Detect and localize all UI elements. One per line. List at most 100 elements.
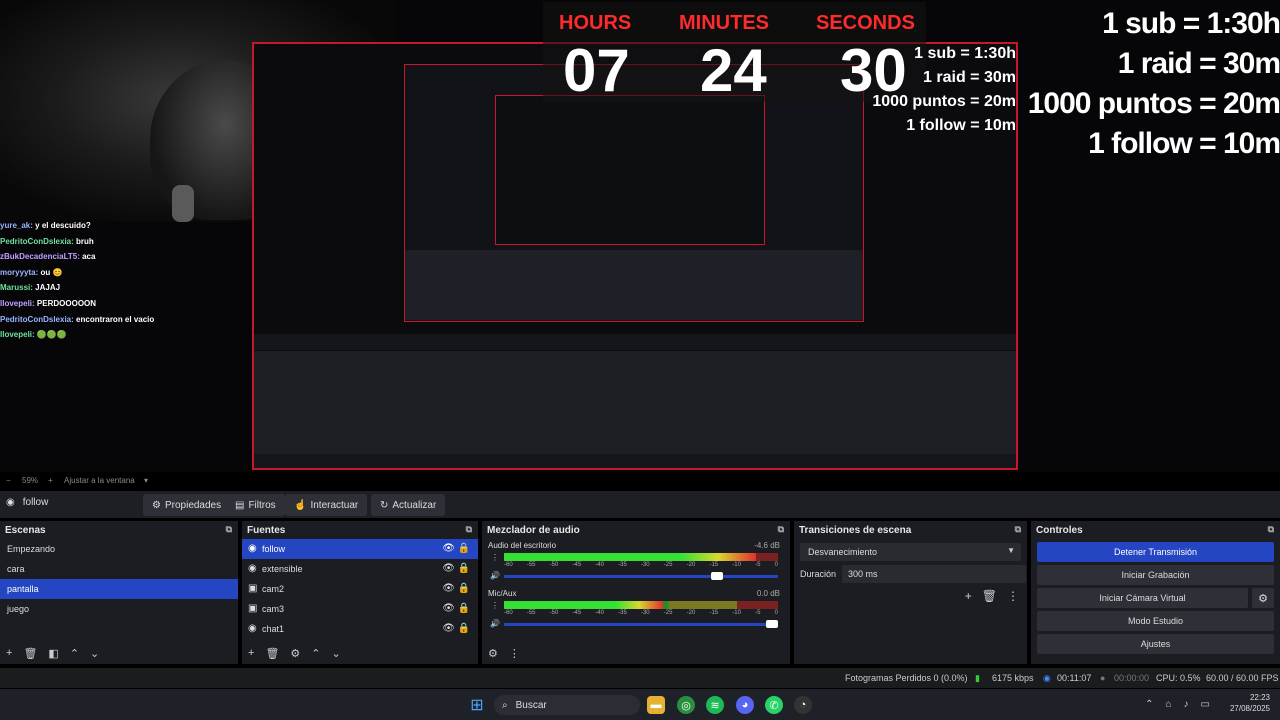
start-recording-button[interactable]: Iniciar Grabación xyxy=(1037,565,1274,585)
refresh-button[interactable]: ↻ Actualizar xyxy=(371,494,446,516)
scenes-list: Empezando cara pantalla juego xyxy=(0,539,238,619)
scale-tick: -50 xyxy=(549,610,559,616)
dock-undock-icon[interactable]: ⧉ xyxy=(1268,524,1274,535)
chat-text: aca xyxy=(82,252,96,262)
current-source-name: follow xyxy=(22,497,49,508)
visibility-eye-icon[interactable]: 👁 xyxy=(442,623,455,634)
stop-stream-button[interactable]: Detener Transmisión xyxy=(1037,542,1274,562)
volume-knob[interactable] xyxy=(766,620,778,628)
interact-button[interactable]: ☝ Interactuar xyxy=(285,494,368,516)
rule-points: 1000 puntos = 20m xyxy=(1027,87,1280,120)
lock-icon[interactable]: 🔒 xyxy=(458,603,470,614)
fit-to-window[interactable]: Ajustar a la ventana xyxy=(64,476,135,485)
lock-icon[interactable]: 🔒 xyxy=(458,563,470,574)
controls-dock: Controles ⧉ Detener Transmisión Iniciar G… xyxy=(1031,521,1280,664)
visibility-eye-icon[interactable]: 👁 xyxy=(442,563,455,574)
volume-slider[interactable] xyxy=(504,620,778,628)
scale-tick: -40 xyxy=(595,610,604,616)
taskbar-search[interactable]: ⌕ Buscar xyxy=(494,695,640,715)
add-source-icon[interactable]: + xyxy=(248,647,254,659)
scene-item[interactable]: Empezando xyxy=(0,539,238,559)
mixer-menu-icon[interactable]: ⋮ xyxy=(509,647,520,660)
dock-undock-icon[interactable]: ⧉ xyxy=(226,524,232,535)
chat-username: PedritoConDslexia: xyxy=(0,314,74,324)
scale-tick: 0 xyxy=(774,562,778,568)
speaker-icon[interactable]: ♪ xyxy=(1184,699,1189,710)
chevron-up-icon[interactable]: ⌃ xyxy=(1145,699,1153,710)
add-scene-icon[interactable]: + xyxy=(6,647,12,659)
search-icon: ⌕ xyxy=(502,699,508,711)
advanced-audio-icon[interactable]: ⚙ xyxy=(488,647,498,660)
refresh-label: Actualizar xyxy=(392,499,437,511)
move-up-icon[interactable]: ⌃ xyxy=(70,647,79,660)
properties-button[interactable]: ⚙ Propiedades xyxy=(143,494,231,516)
move-down-icon[interactable]: ⌄ xyxy=(90,647,99,660)
scale-tick: -60 xyxy=(504,610,513,616)
source-item[interactable]: ▣ cam2 👁 🔒 xyxy=(242,579,478,599)
settings-button[interactable]: Ajustes xyxy=(1037,634,1274,654)
chat-text: PERDOOOOON xyxy=(36,298,97,308)
fit-dropdown-icon[interactable]: ▾ xyxy=(144,476,148,485)
remove-scene-icon[interactable]: 🗑 xyxy=(23,647,37,660)
hours-value: 07 xyxy=(563,37,630,104)
controls-title: Controles xyxy=(1036,525,1083,536)
network-icon[interactable]: ⌂ xyxy=(1166,699,1172,710)
zoom-out-icon[interactable]: − xyxy=(6,476,11,485)
add-transition-icon[interactable]: + xyxy=(965,589,972,603)
lock-icon[interactable]: 🔒 xyxy=(458,623,470,634)
remove-transition-icon[interactable]: 🗑 xyxy=(982,589,997,603)
dock-undock-icon[interactable]: ⧉ xyxy=(466,524,472,535)
zoom-in-icon[interactable]: + xyxy=(48,476,53,485)
move-up-icon[interactable]: ⌃ xyxy=(311,647,320,660)
obs-icon[interactable]: ◔ xyxy=(794,696,812,714)
scale-tick: -50 xyxy=(549,562,559,568)
scene-item[interactable]: pantalla xyxy=(0,579,238,599)
discord-icon[interactable]: ◕ xyxy=(736,696,754,714)
lock-icon[interactable]: 🔒 xyxy=(458,543,470,554)
clock[interactable]: 22:23 27/08/2025 xyxy=(1230,692,1270,714)
scene-item[interactable]: cara xyxy=(0,559,238,579)
source-props-icon[interactable]: ⚙ xyxy=(290,647,300,660)
channel-menu-icon[interactable]: ⋮ xyxy=(491,601,499,610)
scene-filters-icon[interactable]: ◧ xyxy=(48,647,58,660)
windows-start-icon[interactable]: ⊞ xyxy=(468,696,486,714)
filters-button[interactable]: ▤ Filtros xyxy=(226,494,285,516)
visibility-eye-icon[interactable]: 👁 xyxy=(442,603,455,614)
dock-undock-icon[interactable]: ⧉ xyxy=(778,524,784,535)
volume-slider[interactable] xyxy=(504,572,778,580)
chat-message: yure_ak: y el descuido? xyxy=(0,218,250,234)
visibility-eye-icon[interactable]: 👁 xyxy=(442,543,455,554)
source-item[interactable]: ◉ follow 👁 🔒 xyxy=(242,539,478,559)
volume-knob[interactable] xyxy=(711,572,724,580)
scale-tick: -30 xyxy=(640,562,650,568)
gear-icon: ⚙ xyxy=(152,499,161,511)
chrome-icon[interactable]: ◎ xyxy=(677,696,695,714)
scene-item[interactable]: juego xyxy=(0,599,238,619)
move-down-icon[interactable]: ⌄ xyxy=(332,647,341,660)
level-fill xyxy=(504,553,757,561)
whatsapp-icon[interactable]: ✆ xyxy=(765,696,783,714)
dock-undock-icon[interactable]: ⧉ xyxy=(1015,524,1021,535)
remove-source-icon[interactable]: 🗑 xyxy=(265,647,279,660)
preview-canvas[interactable]: yure_ak: y el descuido? PedritoConDslexia… xyxy=(0,0,1280,472)
stream-icon: ◉ xyxy=(1043,673,1051,683)
start-virtual-cam-button[interactable]: Iniciar Cámara Virtual xyxy=(1037,588,1248,608)
duration-input[interactable]: 300 ms xyxy=(842,565,1026,583)
channel-menu-icon[interactable]: ⋮ xyxy=(491,553,499,562)
spotify-icon[interactable]: ≋ xyxy=(706,696,724,714)
source-item[interactable]: ◉ extensible 👁 🔒 xyxy=(242,559,478,579)
transition-select[interactable]: Desvanecimiento ▼ xyxy=(800,543,1021,561)
source-item[interactable]: ▣ cam3 👁 🔒 xyxy=(242,599,478,619)
scale-tick: -45 xyxy=(572,562,582,568)
visibility-eye-icon[interactable]: 👁 xyxy=(442,583,455,594)
gear-icon[interactable]: ⚙ xyxy=(1252,588,1274,608)
lock-icon[interactable]: 🔒 xyxy=(458,583,470,594)
speaker-icon[interactable]: 🔊 xyxy=(490,619,500,628)
source-item[interactable]: ◉ chat1 👁 🔒 xyxy=(242,619,478,639)
file-explorer-icon[interactable]: ▬ xyxy=(647,696,665,714)
transition-tools: + 🗑 ⋮ xyxy=(965,589,1019,603)
speaker-icon[interactable]: 🔊 xyxy=(490,571,500,580)
battery-icon[interactable]: ▭ xyxy=(1201,699,1210,710)
transition-menu-icon[interactable]: ⋮ xyxy=(1007,589,1019,603)
studio-mode-button[interactable]: Modo Estudio xyxy=(1037,611,1274,631)
